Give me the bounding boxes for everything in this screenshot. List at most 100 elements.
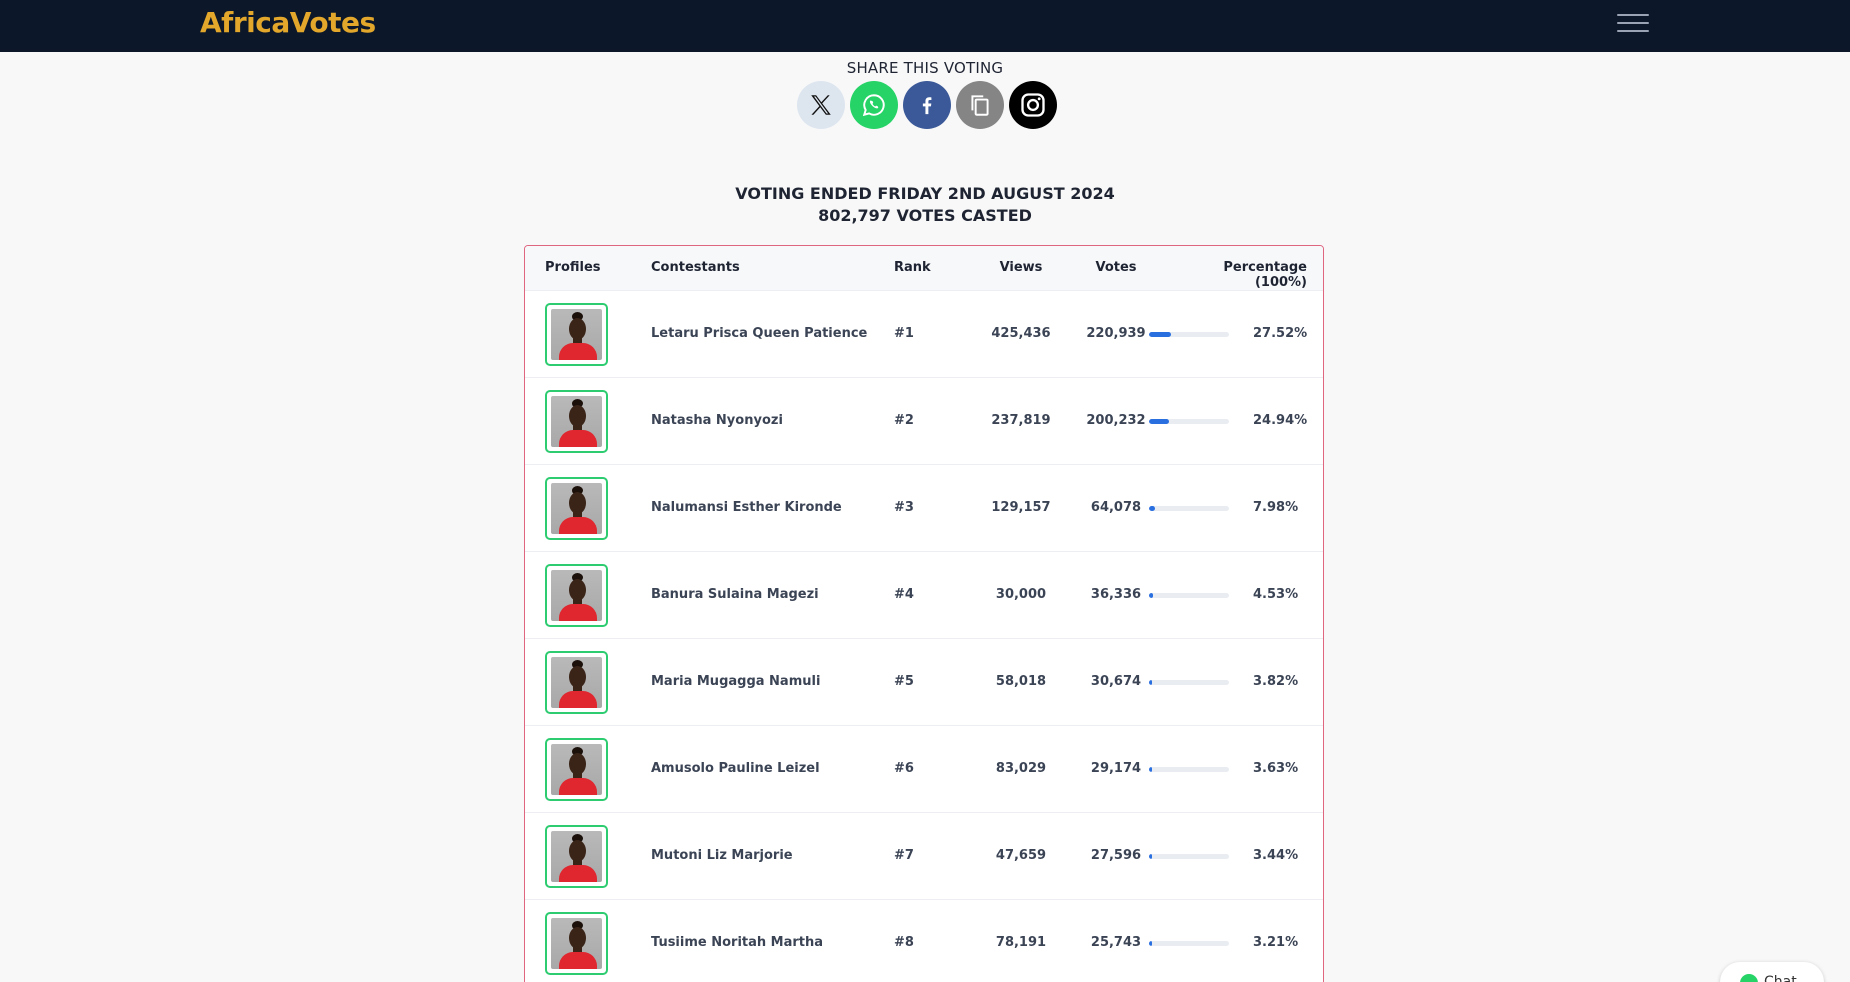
table-row: Mutoni Liz Marjorie #7 47,659 27,596 3.4… [525, 813, 1323, 900]
contestant-percentage: 3.44% [1253, 848, 1299, 863]
contestant-percentage: 27.52% [1253, 326, 1308, 341]
contestant-photo[interactable] [545, 912, 608, 975]
brand-logo[interactable]: AfricaVotes [200, 6, 376, 39]
contestant-name[interactable]: Tusiime Noritah Martha [651, 935, 823, 950]
percentage-bar-fill [1149, 332, 1172, 337]
header-rank: Rank [894, 260, 931, 275]
contestant-views: 58,018 [995, 674, 1047, 689]
whatsapp-share-button[interactable] [850, 81, 898, 129]
whatsapp-icon [1740, 974, 1758, 982]
header-votes: Votes [1095, 260, 1137, 275]
contestant-views: 78,191 [995, 935, 1047, 950]
percentage-bar [1149, 854, 1229, 859]
share-buttons [797, 81, 1057, 129]
avatar [551, 309, 602, 360]
header-views: Views [999, 260, 1043, 275]
x-share-button[interactable] [797, 81, 845, 129]
percentage-bar-fill [1149, 593, 1153, 598]
contestant-photo[interactable] [545, 477, 608, 540]
facebook-share-button[interactable] [903, 81, 951, 129]
contestant-name[interactable]: Amusolo Pauline Leizel [651, 761, 820, 776]
contestant-rank: #3 [894, 500, 914, 515]
contestant-rank: #2 [894, 413, 914, 428]
contestant-name[interactable]: Nalumansi Esther Kironde [651, 500, 842, 515]
table-header: Profiles Contestants Rank Views Votes Pe… [525, 246, 1323, 291]
percentage-bar [1149, 941, 1229, 946]
percentage-bar-fill [1149, 680, 1153, 685]
percentage-bar [1149, 593, 1229, 598]
copy-icon [971, 95, 989, 116]
table-row: Letaru Prisca Queen Patience #1 425,436 … [525, 291, 1323, 378]
contestant-name[interactable]: Maria Mugagga Namuli [651, 674, 820, 689]
contestant-name[interactable]: Mutoni Liz Marjorie [651, 848, 793, 863]
contestant-views: 129,157 [991, 500, 1051, 515]
table-row: Banura Sulaina Magezi #4 30,000 36,336 4… [525, 552, 1323, 639]
contestant-rank: #7 [894, 848, 914, 863]
contestant-views: 425,436 [991, 326, 1051, 341]
percentage-bar-fill [1149, 767, 1152, 772]
contestant-name[interactable]: Banura Sulaina Magezi [651, 587, 819, 602]
instagram-share-button[interactable] [1009, 81, 1057, 129]
avatar [551, 918, 602, 969]
header-contestants: Contestants [651, 260, 740, 275]
copy-link-button[interactable] [956, 81, 1004, 129]
contestant-percentage: 24.94% [1253, 413, 1308, 428]
table-row: Amusolo Pauline Leizel #6 83,029 29,174 … [525, 726, 1323, 813]
table-row: Maria Mugagga Namuli #5 58,018 30,674 3.… [525, 639, 1323, 726]
hamburger-menu-icon[interactable] [1617, 12, 1649, 34]
contestant-rank: #5 [894, 674, 914, 689]
whatsapp-icon [862, 94, 885, 117]
percentage-bar [1149, 767, 1229, 772]
table-row: Tusiime Noritah Martha #8 78,191 25,743 … [525, 900, 1323, 982]
facebook-icon [922, 97, 932, 115]
contestant-percentage: 3.21% [1253, 935, 1299, 950]
header-percentage: Percentage (100%) [1223, 260, 1307, 290]
percentage-bar [1149, 506, 1229, 511]
table-row: Natasha Nyonyozi #2 237,819 200,232 24.9… [525, 378, 1323, 465]
contestant-rank: #8 [894, 935, 914, 950]
total-votes-text: 802,797 VOTES CASTED [818, 206, 1032, 225]
chat-button[interactable]: Chat [1720, 962, 1824, 982]
avatar [551, 657, 602, 708]
contestant-percentage: 4.53% [1253, 587, 1299, 602]
contestant-percentage: 3.82% [1253, 674, 1299, 689]
contestant-photo[interactable] [545, 303, 608, 366]
percentage-bar-fill [1149, 506, 1156, 511]
contestant-rank: #1 [894, 326, 914, 341]
results-table: Profiles Contestants Rank Views Votes Pe… [524, 245, 1324, 982]
avatar [551, 483, 602, 534]
contestant-percentage: 3.63% [1253, 761, 1299, 776]
x-logo-icon [811, 95, 831, 115]
percentage-bar [1149, 419, 1229, 424]
header-profiles: Profiles [545, 260, 601, 275]
contestant-photo[interactable] [545, 651, 608, 714]
avatar [551, 396, 602, 447]
avatar [551, 831, 602, 882]
contestant-photo[interactable] [545, 825, 608, 888]
percentage-bar [1149, 680, 1229, 685]
instagram-icon [1021, 93, 1045, 117]
contestant-views: 237,819 [991, 413, 1051, 428]
navbar: AfricaVotes [0, 0, 1850, 52]
voting-ended-text: VOTING ENDED FRIDAY 2ND AUGUST 2024 [735, 184, 1115, 203]
contestant-photo[interactable] [545, 738, 608, 801]
percentage-bar [1149, 332, 1229, 337]
contestant-percentage: 7.98% [1253, 500, 1299, 515]
contestant-name[interactable]: Letaru Prisca Queen Patience [651, 326, 867, 341]
percentage-bar-fill [1149, 854, 1152, 859]
contestant-rank: #4 [894, 587, 914, 602]
share-title: SHARE THIS VOTING [846, 59, 1004, 77]
percentage-bar-fill [1149, 941, 1152, 946]
percentage-bar-fill [1149, 419, 1169, 424]
contestant-photo[interactable] [545, 564, 608, 627]
table-row: Nalumansi Esther Kironde #3 129,157 64,0… [525, 465, 1323, 552]
table-body: Letaru Prisca Queen Patience #1 425,436 … [525, 291, 1323, 982]
contestant-views: 30,000 [995, 587, 1047, 602]
contestant-photo[interactable] [545, 390, 608, 453]
contestant-name[interactable]: Natasha Nyonyozi [651, 413, 783, 428]
chat-label: Chat [1764, 974, 1797, 982]
contestant-views: 47,659 [995, 848, 1047, 863]
contestant-views: 83,029 [995, 761, 1047, 776]
avatar [551, 570, 602, 621]
contestant-rank: #6 [894, 761, 914, 776]
